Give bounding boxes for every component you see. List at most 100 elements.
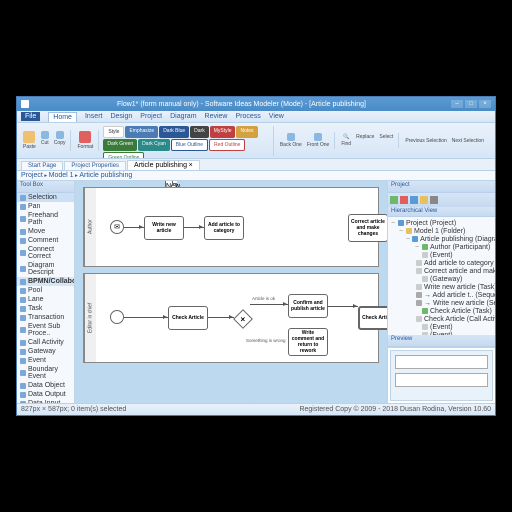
task-check-article-2[interactable]: Check Article [358,306,387,330]
menu-project[interactable]: Project [140,113,162,120]
find-button[interactable]: 🔍Find [339,133,353,148]
task-correct-article[interactable]: Correct article and make changes [348,214,387,242]
prev-selection-button[interactable]: Previous Selection [403,137,448,145]
task-write-article[interactable]: Write new article [144,216,184,240]
tool-event[interactable]: Event [17,356,74,365]
tool-boundary-event[interactable]: Boundary Event [17,365,74,381]
breadcrumb-model[interactable]: Model 1 [49,172,74,179]
minimize-button[interactable]: – [451,100,463,108]
tool-connect-correct[interactable]: Connect Correct [17,245,74,261]
style-chip-4[interactable]: MyStyle [210,126,236,138]
tree-node[interactable]: −Article publishing (Diagram) [390,235,493,243]
gateway-decision[interactable]: × [233,309,253,329]
tool-diagram-descript[interactable]: Diagram Descript [17,261,74,277]
select-button[interactable]: Select [377,133,395,148]
tree-node[interactable]: Correct article and make chang.. [390,267,493,275]
ribbon: Paste Cut Copy Format Style Emphasize Da… [17,123,495,159]
tree-tool-icon[interactable] [410,196,418,204]
cut-button[interactable]: Cut [39,130,51,151]
tool-comment[interactable]: Comment [17,236,74,245]
menu-view[interactable]: View [269,113,284,120]
task-add-category[interactable]: Add article to category [204,216,244,240]
tool-call-activity[interactable]: Call Activity [17,338,74,347]
tool-transaction[interactable]: Transaction [17,313,74,322]
menu-home[interactable]: Home [48,112,77,122]
task-confirm-publish[interactable]: Confirm and publish article [288,294,328,318]
tab-close-icon[interactable]: × [189,162,193,169]
tree-tool-icon[interactable] [400,196,408,204]
tab-article-publishing[interactable]: Article publishing × [127,160,200,170]
paste-button[interactable]: Paste [21,130,38,151]
breadcrumb-project[interactable]: Project [21,172,43,179]
menu-file[interactable]: File [21,112,40,121]
task-write-comment[interactable]: Write comment and return to rework [288,328,328,356]
menu-insert[interactable]: Insert [85,113,103,120]
style-chip-8[interactable]: Dark Cyan [138,139,170,151]
menu-review[interactable]: Review [205,113,228,120]
tree-tool-icon[interactable] [390,196,398,204]
style-chip-5[interactable]: Notes [236,126,257,138]
tool-move[interactable]: Move [17,227,74,236]
tree-node[interactable]: → Add article t.. (Sequence Flow) [390,291,493,299]
project-tree[interactable]: −Project (Project)−Model 1 (Folder)−Arti… [388,217,495,335]
app-window: Flow1* (form manual only) - Software Ide… [16,96,496,416]
style-chip-3[interactable]: Dark [190,126,209,138]
tree-tool-icon[interactable] [430,196,438,204]
tool-pool[interactable]: Pool [17,286,74,295]
front-one-button[interactable]: Front One [305,132,332,149]
breadcrumb-diagram[interactable]: Article publishing [79,172,132,179]
task-check-article[interactable]: Check Article [168,306,208,330]
tab-project-props[interactable]: Project Properties [64,161,126,170]
ribbon-arrange-group: Back One Front One [278,132,335,149]
menu-design[interactable]: Design [110,113,132,120]
tree-node[interactable]: → Write new article (Sequence F..) [390,299,493,307]
tool-freehand-path[interactable]: Freehand Path [17,211,74,227]
next-selection-button[interactable]: Next Selection [450,137,486,145]
statusbar: 827px × 587px; 0 item(s) selected Regist… [17,403,495,415]
copy-button[interactable]: Copy [52,130,68,151]
tab-start-page[interactable]: Start Page [21,161,63,170]
tool-bpmn-collaboration[interactable]: BPMN/Collaboration [17,277,74,286]
style-chip-0[interactable]: Style [103,126,124,138]
tree-node[interactable]: (Gateway) [390,275,493,283]
tree-node[interactable]: −Model 1 (Folder) [390,227,493,235]
tree-node[interactable]: (Event) [390,251,493,259]
style-chip-2[interactable]: Dark Blue [159,126,189,138]
diagram-canvas[interactable]: New Article Author ✉ Write new article A… [75,181,387,403]
tree-node[interactable]: Check Article (Call Activity) [390,315,493,323]
tree-node[interactable]: −Author (Participant) [390,243,493,251]
preview-canvas[interactable] [390,350,493,401]
tree-node[interactable]: (Event) [390,323,493,331]
tree-node[interactable]: −Project (Project) [390,219,493,227]
menu-diagram[interactable]: Diagram [170,113,196,120]
pool-editor[interactable]: Editor in chief Check Article × Article … [83,273,379,363]
style-chip-9[interactable]: Blue Outline [171,139,208,151]
style-chip-11[interactable]: Green Outline [103,152,144,160]
tool-pan[interactable]: Pan [17,202,74,211]
breadcrumb: Project ▸ Model 1 ▸ Article publishing [17,171,495,181]
tool-event-sub-proce-[interactable]: Event Sub Proce.. [17,322,74,338]
pool-author[interactable]: Author ✉ Write new article Add article t… [83,187,379,267]
replace-button[interactable]: Replace [354,133,376,148]
tool-gateway[interactable]: Gateway [17,347,74,356]
tree-node[interactable]: Write new article (Task) [390,283,493,291]
start-event[interactable]: ✉ [110,220,124,234]
style-chip-6[interactable]: Dark Green [103,139,137,151]
close-button[interactable]: × [479,100,491,108]
tool-task[interactable]: Task [17,304,74,313]
tool-lane[interactable]: Lane [17,295,74,304]
toolbox-panel: Tool Box SelectionPanFreehand PathMoveCo… [17,181,75,403]
start-event-2[interactable] [110,310,124,324]
tool-data-object[interactable]: Data Object [17,381,74,390]
tree-node[interactable]: Check Article (Task) [390,307,493,315]
maximize-button[interactable]: □ [465,100,477,108]
style-chip-1[interactable]: Emphasize [125,126,158,138]
style-chip-10[interactable]: Red Outline [209,139,245,151]
tree-tool-icon[interactable] [420,196,428,204]
menu-process[interactable]: Process [235,113,260,120]
tool-selection[interactable]: Selection [17,193,74,202]
tool-data-output[interactable]: Data Output [17,390,74,399]
back-one-button[interactable]: Back One [278,132,304,149]
format-button[interactable]: Format [75,130,95,151]
tree-node[interactable]: Add article to category (Task) [390,259,493,267]
